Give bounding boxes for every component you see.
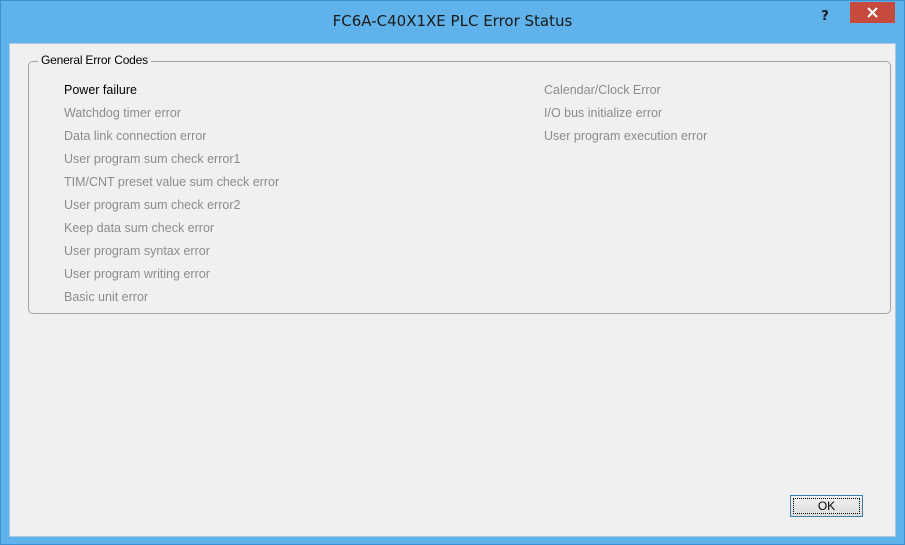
ok-button[interactable]: OK: [790, 495, 863, 517]
help-button[interactable]: ?: [812, 7, 838, 27]
general-error-codes-group: General Error Codes Power failure Watchd…: [28, 52, 891, 314]
error-item-power-failure: Power failure: [64, 83, 137, 97]
window-title: FC6A-C40X1XE PLC Error Status: [332, 12, 573, 30]
error-item-user-program-sum-check-2: User program sum check error2: [64, 198, 241, 212]
close-icon: [867, 7, 878, 18]
error-list-right: Calendar/Clock Error I/O bus initialize …: [544, 79, 707, 148]
error-list-left: Power failure Watchdog timer error Data …: [64, 79, 279, 309]
error-item-tim-cnt-preset-sum-check: TIM/CNT preset value sum check error: [64, 175, 280, 189]
error-item-io-bus-initialize: I/O bus initialize error: [544, 106, 663, 120]
error-item-calendar-clock: Calendar/Clock Error: [544, 83, 661, 97]
group-label: General Error Codes: [38, 52, 151, 68]
error-item-data-link-connection: Data link connection error: [64, 129, 207, 143]
title-bar[interactable]: FC6A-C40X1XE PLC Error Status ?: [1, 1, 904, 41]
error-item-keep-data-sum-check: Keep data sum check error: [64, 221, 215, 235]
error-item-user-program-writing: User program writing error: [64, 267, 210, 281]
dialog-body: General Error Codes Power failure Watchd…: [9, 43, 896, 537]
close-button[interactable]: [850, 2, 895, 23]
error-item-user-program-syntax: User program syntax error: [64, 244, 210, 258]
error-item-basic-unit: Basic unit error: [64, 290, 149, 304]
ok-button-label: OK: [817, 499, 836, 513]
dialog-window: FC6A-C40X1XE PLC Error Status ? General …: [0, 0, 905, 545]
error-item-watchdog-timer: Watchdog timer error: [64, 106, 181, 120]
error-item-user-program-sum-check-1: User program sum check error1: [64, 152, 241, 166]
error-item-user-program-execution: User program execution error: [544, 129, 708, 143]
